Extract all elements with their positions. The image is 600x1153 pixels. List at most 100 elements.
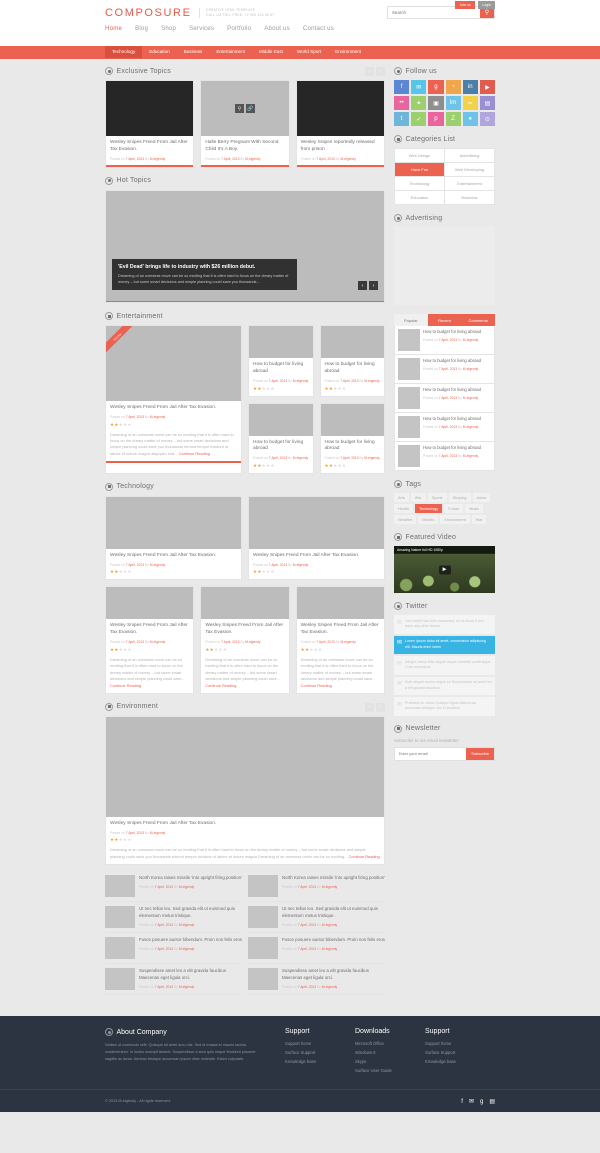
tag-war[interactable]: War [410,493,426,502]
continue-reading-link[interactable]: Continue Reading [179,451,210,456]
login-button[interactable]: Login [478,1,495,9]
list-item[interactable]: Fusce posuere auctor bibendum. Proin non… [248,933,385,965]
evernote-icon[interactable]: ▤ [479,96,495,110]
join-us-button[interactable]: Join us [455,1,475,9]
play-icon[interactable]: ▶ [438,565,451,574]
scissors-icon[interactable]: ✂ [462,96,478,110]
continue-reading-link[interactable]: Continue Reading [205,683,236,688]
nav-item-portfolio[interactable]: Portfolio [227,25,251,32]
entertainment-card[interactable]: How to budget for living abroad Posted on… [319,402,385,474]
entertainment-feature[interactable]: Sticky Wesley Snipes Freed From Jail Aft… [105,325,242,474]
card-title[interactable]: How to budget for living abroad [253,362,309,376]
tab-list-item[interactable]: How to budget for living abroad Posted on… [394,442,495,471]
card-title[interactable]: Wesley Snipes Freed From Jail After Tax … [110,623,189,637]
subnav-item-business[interactable]: Business [177,46,210,58]
tweet-item[interactable]: ✉ Lorem ipsum dolor sit amet, consectetu… [394,635,495,654]
tag-war[interactable]: War [471,515,487,524]
footer-link[interactable]: Support home [285,1041,355,1046]
subnav-item-middle-east[interactable]: Middle East [252,46,290,58]
list-item-title[interactable]: Ut nec tellus leo. Sed gravida elit ut e… [139,906,242,919]
tag-weather[interactable]: Weather [394,515,417,524]
footer-link[interactable]: Support home [425,1041,495,1046]
tag-arts[interactable]: Arts [394,493,409,502]
tag-shoping[interactable]: Shoping [448,493,471,502]
lastfm-icon[interactable]: lm [445,96,461,110]
dribbble-icon[interactable]: ✦ [411,96,427,110]
category-item-web-design[interactable]: Web Design [395,149,444,162]
technology-card[interactable]: Wesley Snipes Freed From Jail After Tax … [248,495,385,581]
list-item[interactable]: North Korea raises missile 'into upright… [105,871,242,903]
nav-item-contact-us[interactable]: Contact us [303,25,334,32]
tweet-item[interactable]: ✉ Praesent ac varius Quisque ligula Maec… [394,697,495,716]
pinterest-icon[interactable]: p [428,112,444,126]
category-item-business[interactable]: Business [445,191,494,204]
prev-arrow-icon[interactable]: ‹ [365,702,374,712]
category-item-technology[interactable]: Technology [395,177,444,190]
exclusive-card[interactable]: Wesley Snipes Freed From Jail After Tax … [105,80,195,168]
tab-comments[interactable]: Comments [461,314,495,326]
tag-future[interactable]: Future [444,504,464,513]
entertainment-card[interactable]: How to budget for living abroad Posted on… [248,402,314,474]
footer-link[interactable]: Skype [355,1059,425,1064]
feature-title[interactable]: Wesley Snipes Freed From Jail After Tax … [110,821,380,828]
list-item-title[interactable]: North Korea raises missile 'into upright… [139,875,242,882]
video-player[interactable]: Amazing Nature full HD 1080p ▶ [394,546,495,593]
continue-reading-link[interactable]: Continue Reading [110,683,141,688]
card-title[interactable]: Wesley Snipes Freed From Jail After Tax … [110,553,237,560]
card-title[interactable]: How to budget for living abroad [325,440,381,454]
tweet-item[interactable]: ✉ Your ticket has been answered, let us … [394,615,495,634]
tab-list-item[interactable]: How to budget for living abroad Posted on… [394,384,495,413]
hot-topics-slider[interactable]: 'Evil Dead' brings life to industry with… [105,189,385,304]
list-item-title[interactable]: How to budget for living abroad [423,329,481,335]
rss-icon[interactable]: ◔ [445,80,461,94]
tweet-item[interactable]: ✉ Integer varius felis aliquet neque mol… [394,656,495,675]
category-item-education[interactable]: Education [395,191,444,204]
footer-link[interactable]: Surface Support [425,1050,495,1055]
youtube-icon[interactable]: ▶ [479,80,495,94]
flickr-icon[interactable]: •• [394,96,410,110]
facebook-icon[interactable]: f [461,1099,463,1105]
card-title[interactable]: Wesley Snipes Freed From Jail After Tax … [110,140,189,154]
nav-item-about-us[interactable]: About us [264,25,290,32]
dropbox-icon[interactable]: ⊙ [479,112,495,126]
instagram-icon[interactable]: ▣ [428,96,444,110]
list-item[interactable]: Ut nec tellus leo. Sed gravida elit ut e… [248,902,385,934]
footer-link[interactable]: Surface User Guide [355,1068,425,1073]
tweet-item[interactable]: ✉ Duis aliquet auctor augue eu Suspendis… [394,676,495,695]
list-item-title[interactable]: How to budget for living abroad [423,387,481,393]
tab-recent[interactable]: Recent [428,314,462,326]
technology-card[interactable]: Wesley Snipes Freed From Jail After Tax … [105,495,242,581]
tumblr-icon[interactable]: t [394,112,410,126]
list-item-title[interactable]: How to budget for living abroad [423,416,481,422]
list-item-title[interactable]: How to budget for living abroad [423,358,481,364]
google-plus-icon[interactable]: g [480,1099,483,1105]
ad-placeholder[interactable] [394,227,495,305]
category-item-web-developing[interactable]: Web Developing [445,163,494,176]
zerply-icon[interactable]: Z [445,112,461,126]
newsletter-email-input[interactable] [395,747,467,760]
forrst-icon[interactable]: ✓ [411,112,427,126]
footer-link[interactable]: Knowledge base [425,1059,495,1064]
skype-icon[interactable]: ● [462,112,478,126]
technology-card[interactable]: Wesley Snipes Freed From Jail After Tax … [295,586,385,694]
list-item[interactable]: Fusce posuere auctor bibendum. Proin non… [105,933,242,965]
linkedin-icon[interactable]: in [462,80,478,94]
tag-technology[interactable]: Technology [414,504,443,513]
tag-sports[interactable]: Sports [427,493,447,502]
site-logo[interactable]: COMPOSURE [105,7,192,19]
card-title[interactable]: Wesley Snipes reportedly released from p… [301,140,380,154]
tab-list-item[interactable]: How to budget for living abroad Posted on… [394,413,495,442]
subscribe-button[interactable]: Subscribe [466,747,494,760]
facebook-icon[interactable]: f [394,80,410,94]
continue-reading-link[interactable]: Continue Reading [349,854,380,859]
list-item-title[interactable]: Suspendisse amet leo a elit gravida fauc… [282,968,385,981]
environment-feature[interactable]: Wesley Snipes Freed From Jail After Tax … [105,715,385,866]
card-title[interactable]: How to budget for living abroad [325,362,381,376]
list-item-title[interactable]: How to budget for living abroad [423,445,481,451]
entertainment-card[interactable]: How to budget for living abroad Posted on… [319,325,385,397]
technology-card[interactable]: Wesley Snipes Freed From Jail After Tax … [105,586,195,694]
card-title[interactable]: How to budget for living abroad [253,440,309,454]
subnav-item-technology[interactable]: Technology [105,46,143,58]
twitter-icon[interactable]: ✉ [411,80,427,94]
list-item-title[interactable]: Fusce posuere auctor bibendum. Proin non… [282,937,385,944]
